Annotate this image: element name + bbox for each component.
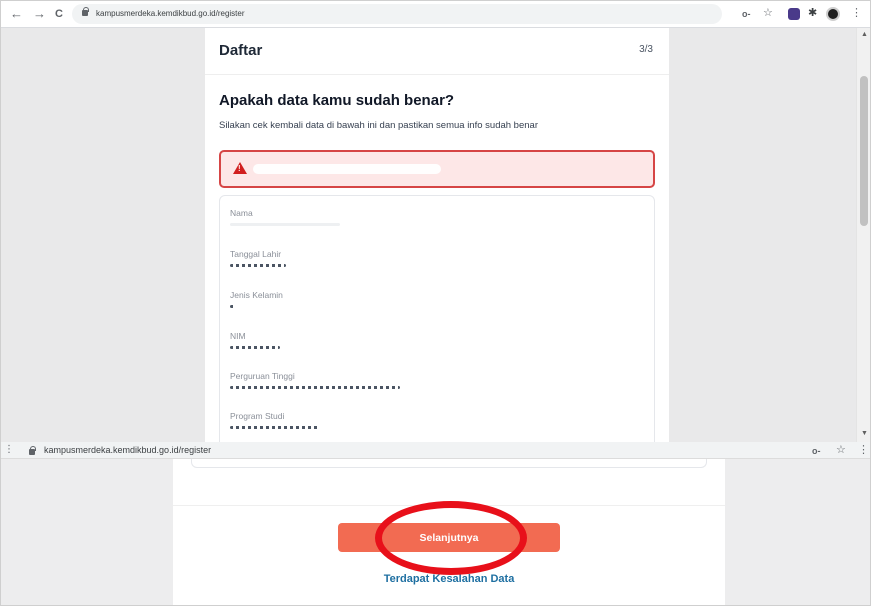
redacted-value xyxy=(230,426,320,429)
browser-window-bottom: Selanjutnya Terdapat Kesalahan Data ⋮ ka… xyxy=(0,442,871,606)
reload-icon[interactable]: C xyxy=(55,6,63,22)
extension-icon[interactable] xyxy=(788,8,800,20)
browser-window-top: ← → C kampusmerdeka.kemdikbud.go.id/regi… xyxy=(0,0,871,442)
redacted-value xyxy=(230,305,236,308)
scroll-up-icon[interactable]: ▲ xyxy=(861,31,868,38)
redacted-value xyxy=(230,264,286,267)
star-icon[interactable]: ☆ xyxy=(836,443,846,457)
lock-icon xyxy=(82,7,89,16)
field-label: Perguruan Tinggi xyxy=(230,371,295,381)
data-summary-card: Nama Tanggal Lahir Jenis Kelamin NIM Per… xyxy=(219,195,655,442)
menu-icon[interactable]: ⋮ xyxy=(851,6,862,20)
field-label: Tanggal Lahir xyxy=(230,249,282,259)
redacted-value xyxy=(230,346,280,349)
star-icon[interactable]: ☆ xyxy=(763,6,773,20)
field-jenis-kelamin: Jenis Kelamin xyxy=(230,290,283,308)
field-perguruan-tinggi: Perguruan Tinggi xyxy=(230,371,400,389)
scrollbar-thumb[interactable] xyxy=(860,76,868,226)
confirm-subtext: Silakan cek kembali data di bawah ini da… xyxy=(219,120,538,131)
field-program-studi: Program Studi xyxy=(230,411,320,429)
key-icon[interactable]: o- xyxy=(812,444,821,458)
browser-toolbar-bottom: ⋮ kampusmerdeka.kemdikbud.go.id/register… xyxy=(0,442,871,459)
redacted-value xyxy=(230,223,340,226)
menu-icon[interactable]: ⋮ xyxy=(4,443,14,457)
field-nama: Nama xyxy=(230,208,340,226)
redacted-value xyxy=(230,386,400,389)
field-label: NIM xyxy=(230,331,246,341)
address-bar[interactable]: kampusmerdeka.kemdikbud.go.id/register xyxy=(72,4,722,24)
field-label: Nama xyxy=(230,208,253,218)
profile-avatar-icon[interactable] xyxy=(826,7,840,21)
browser-toolbar: ← → C kampusmerdeka.kemdikbud.go.id/regi… xyxy=(0,0,871,28)
footer-divider xyxy=(173,505,725,506)
data-summary-card-bottom xyxy=(191,459,707,468)
menu-icon[interactable]: ⋮ xyxy=(858,443,869,457)
step-indicator: 3/3 xyxy=(639,44,653,55)
header-divider xyxy=(205,74,669,75)
screenshot-stage: ← → C kampusmerdeka.kemdikbud.go.id/regi… xyxy=(0,0,871,606)
page-title: Daftar xyxy=(219,42,263,59)
field-nim: NIM xyxy=(230,331,280,349)
address-url: kampusmerdeka.kemdikbud.go.id/register xyxy=(96,9,245,18)
error-alert xyxy=(219,150,655,188)
back-icon[interactable]: ← xyxy=(10,6,23,22)
data-error-link[interactable]: Terdapat Kesalahan Data xyxy=(173,573,725,585)
forward-icon[interactable]: → xyxy=(33,6,46,22)
register-card: Daftar 3/3 Apakah data kamu sudah benar?… xyxy=(205,28,669,442)
puzzle-icon[interactable]: ✱ xyxy=(808,6,817,20)
redacted-alert-text xyxy=(253,164,441,174)
register-card-bottom: Selanjutnya Terdapat Kesalahan Data xyxy=(173,459,725,606)
next-button[interactable]: Selanjutnya xyxy=(338,523,560,552)
confirm-headline: Apakah data kamu sudah benar? xyxy=(219,92,455,109)
warning-icon xyxy=(233,162,247,174)
field-tanggal-lahir: Tanggal Lahir xyxy=(230,249,286,267)
lock-icon xyxy=(29,446,36,455)
address-url[interactable]: kampusmerdeka.kemdikbud.go.id/register xyxy=(44,445,211,455)
scroll-down-icon[interactable]: ▼ xyxy=(861,430,868,437)
field-label: Jenis Kelamin xyxy=(230,290,283,300)
field-label: Program Studi xyxy=(230,411,285,421)
key-icon[interactable]: o- xyxy=(742,7,751,21)
scrollbar[interactable]: ▲ ▼ xyxy=(856,28,871,442)
